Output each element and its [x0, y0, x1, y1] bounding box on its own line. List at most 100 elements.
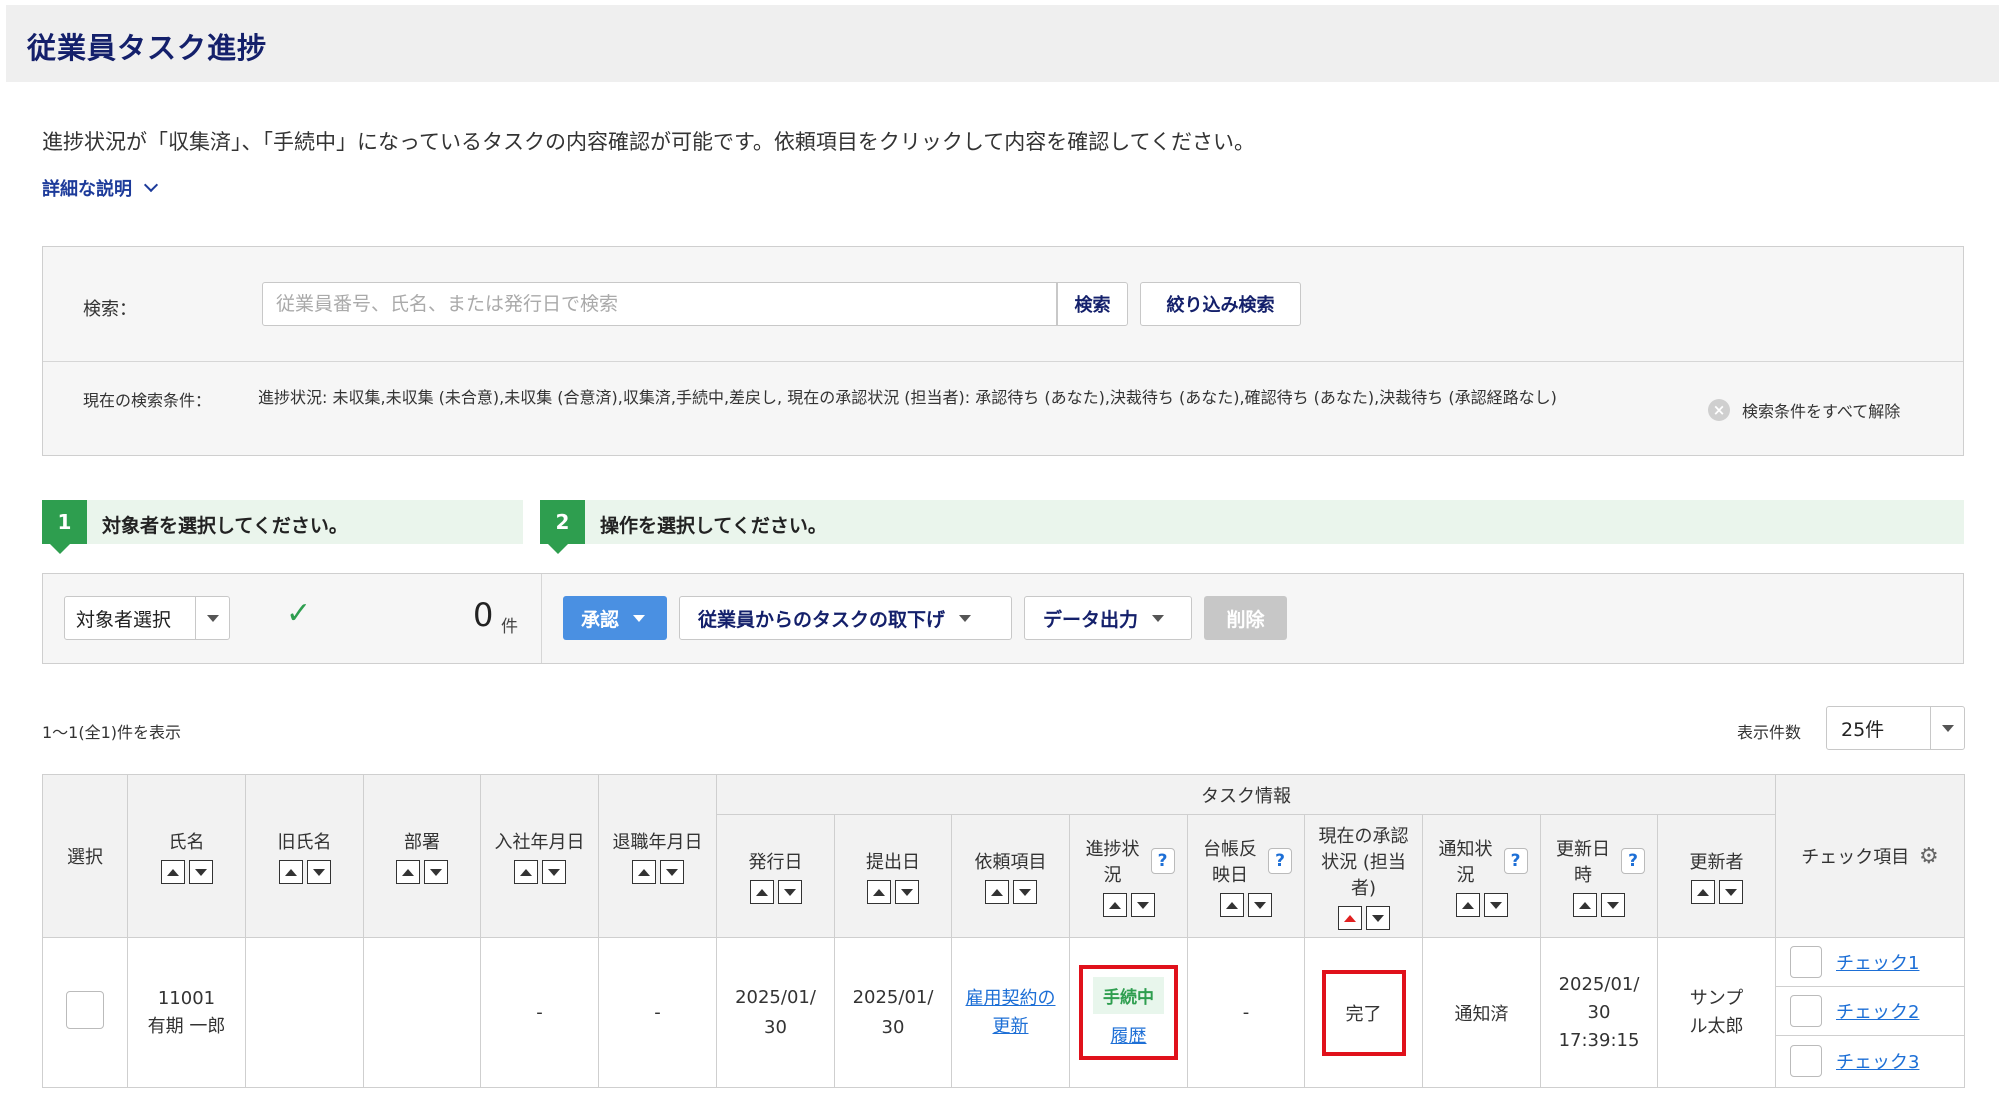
updated-date: 2025/01/30 — [1558, 973, 1640, 1023]
check-item-checkbox[interactable] — [1790, 946, 1823, 978]
row-updater-cell: サンプル太郎 — [1656, 937, 1777, 1088]
check-items-list: チェック1 チェック2 チェック3 — [1776, 938, 1965, 1085]
sort-asc-button[interactable] — [396, 860, 420, 884]
sort-asc-button[interactable] — [984, 880, 1009, 904]
help-icon[interactable]: ? — [1503, 848, 1528, 874]
clear-all-conditions-button[interactable]: × 検索条件をすべて解除 — [1708, 398, 1900, 422]
detail-link-label: 詳細な説明 — [42, 179, 132, 200]
header-ledger-date: 台帳反映日? — [1187, 814, 1305, 938]
withdraw-label: 従業員からのタスクの取下げ — [698, 608, 946, 631]
search-input[interactable] — [262, 282, 1057, 326]
header-notice-status-label: 通知状況 — [1438, 839, 1493, 886]
check-item-link[interactable]: チェック1 — [1836, 949, 1919, 975]
header-department-label: 部署 — [404, 832, 440, 853]
withdraw-task-button[interactable]: 従業員からのタスクの取下げ — [679, 596, 1012, 640]
row-notice-status-cell: 通知済 — [1422, 937, 1541, 1088]
sort-desc-button[interactable] — [306, 860, 331, 884]
check-item-checkbox[interactable] — [1790, 1044, 1823, 1077]
sort-asc-button[interactable] — [1102, 893, 1127, 917]
search-button[interactable]: 検索 — [1057, 282, 1128, 326]
help-icon[interactable]: ? — [1621, 848, 1645, 874]
help-icon[interactable]: ? — [1150, 848, 1175, 874]
header-name: 氏名 — [127, 774, 246, 938]
help-icon[interactable]: ? — [1268, 848, 1292, 874]
list-item: チェック3 — [1776, 1036, 1964, 1085]
header-issue-date-label: 発行日 — [748, 852, 803, 873]
sort-desc-button[interactable] — [1248, 893, 1272, 917]
sort-asc-button-active[interactable] — [1337, 906, 1362, 930]
header-check-items-label: チェック項目 — [1801, 847, 1910, 868]
row-select-cell — [42, 937, 128, 1088]
delete-button[interactable]: 削除 — [1204, 596, 1287, 640]
header-submit-date-label: 提出日 — [866, 852, 920, 873]
sort-asc-button[interactable] — [1573, 893, 1597, 917]
header-join-date: 入社年月日 — [480, 774, 599, 938]
sort-asc-button[interactable] — [867, 880, 891, 904]
sort-desc-button[interactable] — [895, 880, 919, 904]
sort-desc-button[interactable] — [541, 860, 566, 884]
sort-asc-button[interactable] — [278, 860, 303, 884]
row-old-name-cell — [245, 937, 364, 1088]
sort-desc-button[interactable] — [777, 880, 802, 904]
row-request-item-cell: 雇用契約の更新 — [951, 937, 1070, 1088]
sort-asc-button[interactable] — [749, 880, 774, 904]
step-1-text: 対象者を選択してください。 — [102, 515, 348, 537]
row-approval-status-cell: 完了 — [1304, 937, 1423, 1088]
search-label: 検索： — [83, 299, 137, 320]
sort-desc-button[interactable] — [1601, 893, 1625, 917]
progress-highlight-box: 手続中 履歴 — [1079, 965, 1178, 1060]
target-selection-area: 対象者選択 ✓ 0 件 — [43, 574, 542, 663]
sort-desc-button[interactable] — [1483, 893, 1508, 917]
sort-asc-button[interactable] — [513, 860, 538, 884]
check-item-checkbox[interactable] — [1790, 995, 1823, 1027]
sort-desc-button[interactable] — [188, 860, 213, 884]
sort-asc-button[interactable] — [160, 860, 185, 884]
header-old-name-label: 旧氏名 — [277, 832, 332, 853]
sort-desc-button[interactable] — [1012, 880, 1037, 904]
row-department-cell — [363, 937, 481, 1088]
sort-desc-button[interactable] — [1130, 893, 1155, 917]
filter-search-button[interactable]: 絞り込み検索 — [1140, 282, 1301, 326]
step-2-banner: 2 操作を選択してください。 — [540, 500, 1964, 554]
sort-asc-button[interactable] — [631, 860, 656, 884]
sort-asc-button[interactable] — [1455, 893, 1480, 917]
task-table: 選択 氏名 旧氏名 部署 入社年月日 退職年月日 タスク情報 チェック項目 ⚙ … — [42, 774, 1966, 1088]
header-updater-label: 更新者 — [1689, 852, 1744, 873]
check-item-link[interactable]: チェック3 — [1836, 1048, 1919, 1074]
sort-desc-button[interactable] — [1718, 880, 1743, 904]
selected-count-unit: 件 — [501, 617, 518, 637]
approve-button[interactable]: 承認 — [563, 596, 667, 640]
caret-down-icon — [959, 614, 972, 622]
sort-asc-button[interactable] — [1220, 893, 1244, 917]
list-item: チェック1 — [1776, 938, 1965, 987]
employee-number: 11001 — [157, 987, 216, 1009]
selected-count: 0 — [473, 596, 494, 634]
per-page-select[interactable]: 25件 — [1826, 706, 1965, 750]
header-approval-status-label: 現在の承認状況 (担当者) — [1318, 826, 1409, 899]
sort-desc-button[interactable] — [1365, 906, 1390, 930]
header-join-date-label: 入社年月日 — [494, 832, 585, 853]
result-count-text: 1〜1(全1)件を表示 — [42, 723, 182, 742]
page-header: 従業員タスク進捗 — [6, 5, 1999, 82]
header-ledger-date-label: 台帳反映日 — [1203, 839, 1257, 886]
sort-desc-button[interactable] — [424, 860, 448, 884]
sort-desc-button[interactable] — [659, 860, 684, 884]
detail-explanation-link[interactable]: 詳細な説明 — [42, 175, 159, 201]
row-select-checkbox[interactable] — [66, 991, 104, 1029]
search-row: 検索： 検索 絞り込み検索 — [43, 247, 1963, 362]
per-page-label: 表示件数 — [1737, 723, 1802, 742]
header-progress: 進捗状況? — [1069, 814, 1188, 938]
header-updated-at: 更新日時? — [1540, 814, 1658, 938]
action-panel: 対象者選択 ✓ 0 件 承認 従業員からのタスクの取下げ データ出力 削除 — [42, 573, 1964, 664]
gear-icon[interactable]: ⚙ — [1919, 844, 1939, 869]
data-export-button[interactable]: データ出力 — [1024, 596, 1192, 640]
request-item-link[interactable]: 雇用契約の更新 — [966, 988, 1056, 1037]
row-ledger-date-cell: - — [1187, 937, 1305, 1088]
header-notice-status: 通知状況? — [1422, 814, 1541, 938]
sort-asc-button[interactable] — [1690, 880, 1715, 904]
history-link[interactable]: 履歴 — [1111, 1026, 1147, 1047]
export-label: データ出力 — [1043, 608, 1139, 631]
check-item-link[interactable]: チェック2 — [1836, 998, 1919, 1024]
step-2-text: 操作を選択してください。 — [600, 515, 827, 537]
target-select-dropdown[interactable]: 対象者選択 — [64, 596, 230, 640]
